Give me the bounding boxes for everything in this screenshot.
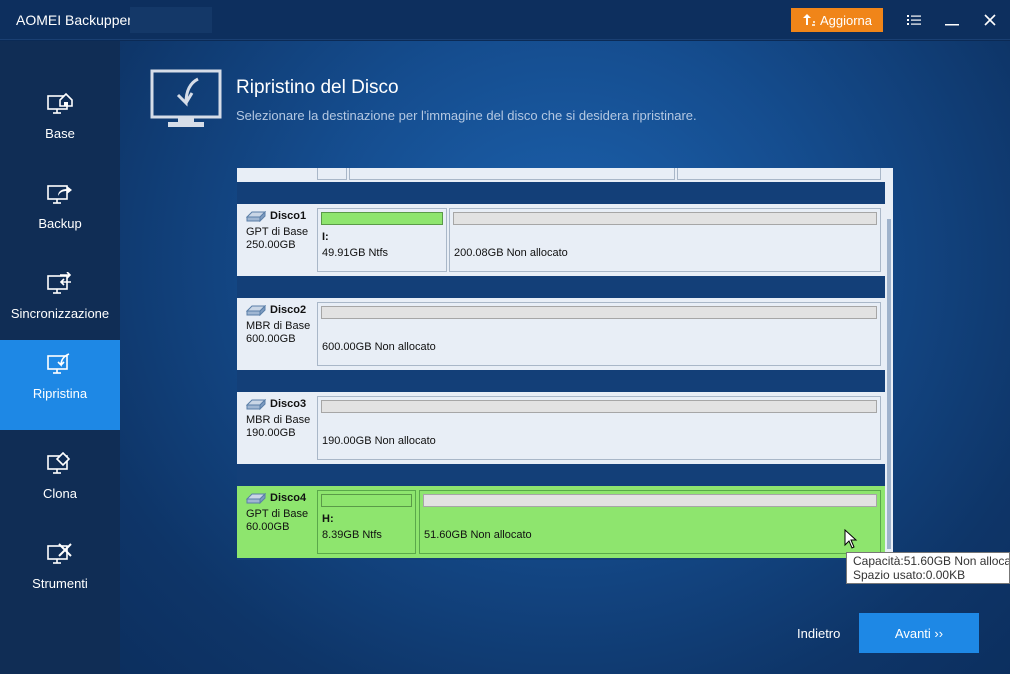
partition-info: 600.00GB Non allocato [322, 341, 436, 353]
title-search-area [130, 7, 212, 33]
next-button[interactable]: Avanti ›› [859, 613, 979, 653]
disk-type: GPT di Base [246, 508, 309, 520]
disk-size: 600.00GB [246, 333, 296, 345]
sidebar-item-label: Base [45, 126, 75, 141]
partition-info: 190.00GB Non allocato [322, 435, 436, 447]
sidebar-item-backup[interactable]: Backup [0, 170, 120, 260]
sidebar: Base Backup Sincronizzazione Ripristina [0, 41, 120, 674]
disk-size: 60.00GB [246, 521, 290, 533]
scrollbar-thumb[interactable] [887, 219, 891, 549]
close-button[interactable] [978, 8, 1002, 32]
partition-usage-bar [321, 494, 412, 507]
partition-usage-bar [423, 494, 877, 507]
partition-unallocated[interactable]: 190.00GB Non allocato [317, 396, 881, 460]
tools-icon [47, 543, 72, 564]
app-title: AOMEI Backupper [16, 12, 132, 28]
disk-size: 250.00GB [246, 239, 296, 251]
disk-type: MBR di Base [246, 414, 311, 426]
disk-name: Disco3 [270, 398, 307, 410]
partition-letter: H: [322, 513, 334, 525]
sidebar-item-label: Clona [43, 486, 77, 501]
hard-disk-icon [246, 399, 266, 410]
menu-button[interactable] [902, 8, 926, 32]
title-bar: AOMEI Backupper Aggiorna [0, 0, 1010, 40]
page-subtitle: Selezionare la destinazione per l'immagi… [236, 108, 697, 123]
disk-row-partial [237, 168, 885, 182]
disk-name: Disco1 [270, 210, 307, 222]
menu-list-icon [907, 15, 921, 25]
backup-arrow-icon [47, 185, 72, 204]
partition-i[interactable]: I: 49.91GB Ntfs [317, 208, 447, 272]
partition-h[interactable]: H: 8.39GB Ntfs [317, 490, 416, 554]
partition-usage-bar [321, 306, 877, 319]
minimize-button[interactable] [940, 8, 964, 32]
disk-list: Disco1 GPT di Base 250.00GB I: 49.91GB N… [237, 168, 893, 560]
mouse-cursor-icon [844, 529, 858, 549]
hard-disk-icon [246, 211, 266, 222]
disk-info: Disco2 MBR di Base 600.00GB [237, 298, 317, 370]
sidebar-item-label: Strumenti [32, 576, 88, 591]
disk-name: Disco2 [270, 304, 307, 316]
partition-letter: I: [322, 231, 329, 243]
partition-partial [677, 168, 881, 180]
home-monitor-icon [47, 92, 73, 114]
partition-info: 200.08GB Non allocato [454, 247, 568, 259]
restore-icon [47, 353, 70, 374]
partition-info: 49.91GB Ntfs [322, 247, 389, 259]
disk-info: Disco3 MBR di Base 190.00GB [237, 392, 317, 464]
tooltip-used-space: Spazio usato:0.00KB [853, 568, 966, 582]
partition-usage-bar [321, 400, 877, 413]
sidebar-item-label: Sincronizzazione [10, 306, 110, 321]
disk-type: MBR di Base [246, 320, 311, 332]
disk-row-disco4[interactable]: Disco4 GPT di Base 60.00GB H: 8.39GB Ntf… [237, 486, 885, 558]
sidebar-item-ripristina[interactable]: Ripristina [0, 340, 120, 430]
disk-type: GPT di Base [246, 226, 309, 238]
partition-unallocated[interactable]: 600.00GB Non allocato [317, 302, 881, 366]
sync-arrows-icon [47, 272, 72, 294]
disk-row-disco1[interactable]: Disco1 GPT di Base 250.00GB I: 49.91GB N… [237, 204, 885, 276]
restore-disk-header-icon [150, 69, 222, 127]
close-icon [984, 14, 996, 26]
disk-row-disco3[interactable]: Disco3 MBR di Base 190.00GB 190.00GB Non… [237, 392, 885, 464]
sidebar-item-sincronizzazione[interactable]: Sincronizzazione [0, 260, 120, 350]
tooltip-capacity: Capacità:51.60GB Non allocato [853, 554, 1010, 568]
upgrade-arrow-icon [802, 14, 815, 26]
partition-partial [349, 168, 675, 180]
partition-info: 51.60GB Non allocato [424, 529, 532, 541]
back-button[interactable]: Indietro [797, 626, 840, 641]
hard-disk-icon [246, 493, 266, 504]
partition-tooltip: Capacità:51.60GB Non allocato Spazio usa… [846, 552, 1010, 584]
sidebar-item-clona[interactable]: Clona [0, 440, 120, 530]
sidebar-item-label: Ripristina [32, 386, 88, 401]
disk-name: Disco4 [270, 492, 307, 504]
minimize-icon [945, 24, 959, 26]
disk-size: 190.00GB [246, 427, 296, 439]
clone-icon [47, 452, 71, 474]
update-button[interactable]: Aggiorna [791, 8, 883, 32]
partition-usage-bar [321, 212, 443, 225]
hard-disk-icon [246, 305, 266, 316]
partition-unallocated[interactable]: 200.08GB Non allocato [449, 208, 881, 272]
sidebar-item-strumenti[interactable]: Strumenti [0, 530, 120, 620]
page-title: Ripristino del Disco [236, 77, 399, 98]
partition-partial [317, 168, 347, 180]
disk-info: Disco1 GPT di Base 250.00GB [237, 204, 317, 276]
disk-row-disco2[interactable]: Disco2 MBR di Base 600.00GB 600.00GB Non… [237, 298, 885, 370]
disk-info: Disco4 GPT di Base 60.00GB [237, 486, 317, 558]
sidebar-item-label: Backup [38, 216, 82, 231]
partition-usage-bar [453, 212, 877, 225]
partition-unallocated[interactable]: 51.60GB Non allocato [419, 490, 881, 554]
partition-info: 8.39GB Ntfs [322, 529, 382, 541]
update-label: Aggiorna [819, 12, 873, 28]
sidebar-item-base[interactable]: Base [0, 80, 120, 170]
